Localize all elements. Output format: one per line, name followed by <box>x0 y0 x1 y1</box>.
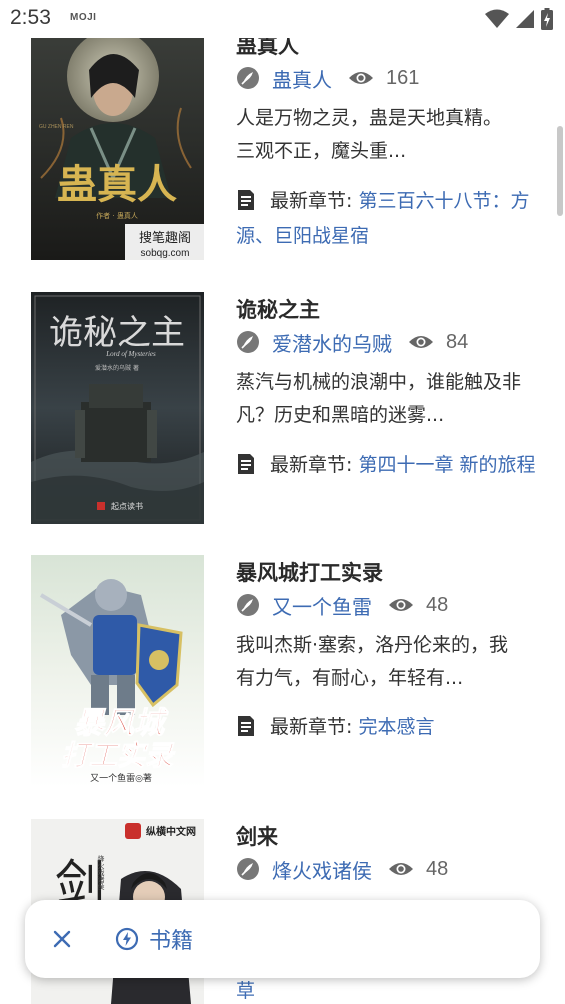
cell-signal-icon <box>516 10 534 28</box>
books-button[interactable]: 书籍 <box>109 918 199 960</box>
book-card[interactable]: 暴风城 打工实录 又一个鱼雷◎著 暴风城打工实录 又一个鱼雷 48 我叫杰斯·塞… <box>0 555 565 795</box>
view-count: 84 <box>446 330 469 353</box>
book-cover[interactable]: GU ZHEN REN 蛊真人 作者 · 蛊真人 搜笔趣阁 sobqg.com <box>31 28 204 260</box>
cover-author: 爱潜水的乌贼 著 <box>95 364 139 372</box>
scrollbar-thumb[interactable] <box>557 126 563 216</box>
cover-author: 作者 · 蛊真人 <box>96 211 138 220</box>
close-icon <box>53 930 71 948</box>
latest-chapter-row[interactable]: 草 <box>236 974 536 1004</box>
book-cover[interactable]: 暴风城 打工实录 又一个鱼雷◎著 <box>31 555 204 787</box>
status-bar: 2:53 MOJI <box>0 0 565 38</box>
eye-icon <box>409 336 433 348</box>
author-link[interactable]: 蛊真人 <box>272 64 332 93</box>
book-card[interactable]: 诡秘之主 Lord of Mysteries 爱潜水的乌贼 著 起点读书 诡秘之… <box>0 292 565 532</box>
latest-chapter-label: 最新章节: <box>270 716 359 738</box>
eye-icon <box>349 72 373 84</box>
book-cover[interactable]: 诡秘之主 Lord of Mysteries 爱潜水的乌贼 著 起点读书 <box>31 292 204 524</box>
wifi-icon <box>485 9 509 28</box>
floating-action-bar: 书籍 <box>25 900 540 978</box>
eye-icon <box>389 863 413 875</box>
cover-badge: 纵横中文网 <box>146 825 196 838</box>
view-count: 48 <box>426 857 449 880</box>
view-count: 48 <box>426 593 449 616</box>
book-meta: 又一个鱼雷 48 <box>236 590 448 620</box>
cover-badge: 起点读书 <box>111 501 143 511</box>
status-time: 2:53 <box>10 6 51 29</box>
quill-icon <box>237 858 259 880</box>
chapter-icon <box>238 190 254 210</box>
cover-author: 烽火戏诸侯 <box>97 854 105 891</box>
cover-title: 诡秘之主 <box>49 313 185 353</box>
author-link[interactable]: 烽火戏诸侯 <box>272 855 372 884</box>
author-link[interactable]: 爱潜水的乌贼 <box>272 328 392 357</box>
latest-chapter-label: 最新章节: <box>270 454 359 476</box>
book-title[interactable]: 剑来 <box>236 821 278 851</box>
latest-chapter-link[interactable]: 完本感言 <box>358 716 434 738</box>
battery-charging-icon <box>541 8 553 30</box>
latest-chapter-link[interactable]: 第四十一章 新的旅程 <box>358 454 535 476</box>
cover-caption: GU ZHEN REN <box>39 124 74 130</box>
books-label: 书籍 <box>149 929 194 954</box>
book-title[interactable]: 诡秘之主 <box>236 294 320 324</box>
status-icons <box>485 8 553 30</box>
book-meta: 蛊真人 161 <box>236 63 419 93</box>
book-description: 蒸汽与机械的浪潮中，谁能触及非凡？历史和黑暗的迷雾... <box>236 371 522 426</box>
author-link[interactable]: 又一个鱼雷 <box>272 591 372 620</box>
cover-title-line1: 暴风城 <box>74 706 169 741</box>
quill-icon <box>237 331 259 353</box>
quill-icon <box>237 594 259 616</box>
book-card[interactable]: GU ZHEN REN 蛊真人 作者 · 蛊真人 搜笔趣阁 sobqg.com … <box>0 28 565 268</box>
cover-title-line2: 打工实录 <box>61 739 176 772</box>
chapter-icon <box>238 716 254 736</box>
book-meta: 烽火戏诸侯 48 <box>236 854 448 884</box>
cover-badge: 搜笔趣阁 <box>139 230 191 246</box>
quill-icon <box>237 67 259 89</box>
cover-author: 又一个鱼雷◎著 <box>90 772 152 784</box>
latest-chapter-row[interactable]: 最新章节: 第三百六十八节：方源、巨阳战星宿 <box>236 184 536 254</box>
book-title[interactable]: 暴风城打工实录 <box>236 557 383 587</box>
bolt-icon <box>115 927 139 951</box>
close-button[interactable] <box>45 922 79 956</box>
chapter-icon <box>238 454 254 474</box>
book-description: 我叫杰斯·塞索，洛丹伦来的，我有力气，有耐心，年轻有... <box>236 634 509 689</box>
eye-icon <box>389 599 413 611</box>
status-app-badge: MOJI <box>70 12 97 23</box>
book-description: 人是万物之灵，蛊是天地真精。 三观不正，魔头重... <box>236 107 512 162</box>
cover-title: 蛊真人 <box>57 161 177 208</box>
cover-badge-url: sobqg.com <box>141 248 190 259</box>
book-meta: 爱潜水的乌贼 84 <box>236 327 468 357</box>
cover-subtitle: Lord of Mysteries <box>105 350 156 358</box>
latest-chapter-link[interactable]: 草 <box>236 980 255 1002</box>
latest-chapter-row[interactable]: 最新章节: 完本感言 <box>236 710 536 745</box>
book-list[interactable]: GU ZHEN REN 蛊真人 作者 · 蛊真人 搜笔趣阁 sobqg.com … <box>0 0 565 1004</box>
latest-chapter-row[interactable]: 最新章节: 第四十一章 新的旅程 <box>236 448 536 483</box>
latest-chapter-label: 最新章节: <box>270 190 359 212</box>
view-count: 161 <box>386 66 420 89</box>
